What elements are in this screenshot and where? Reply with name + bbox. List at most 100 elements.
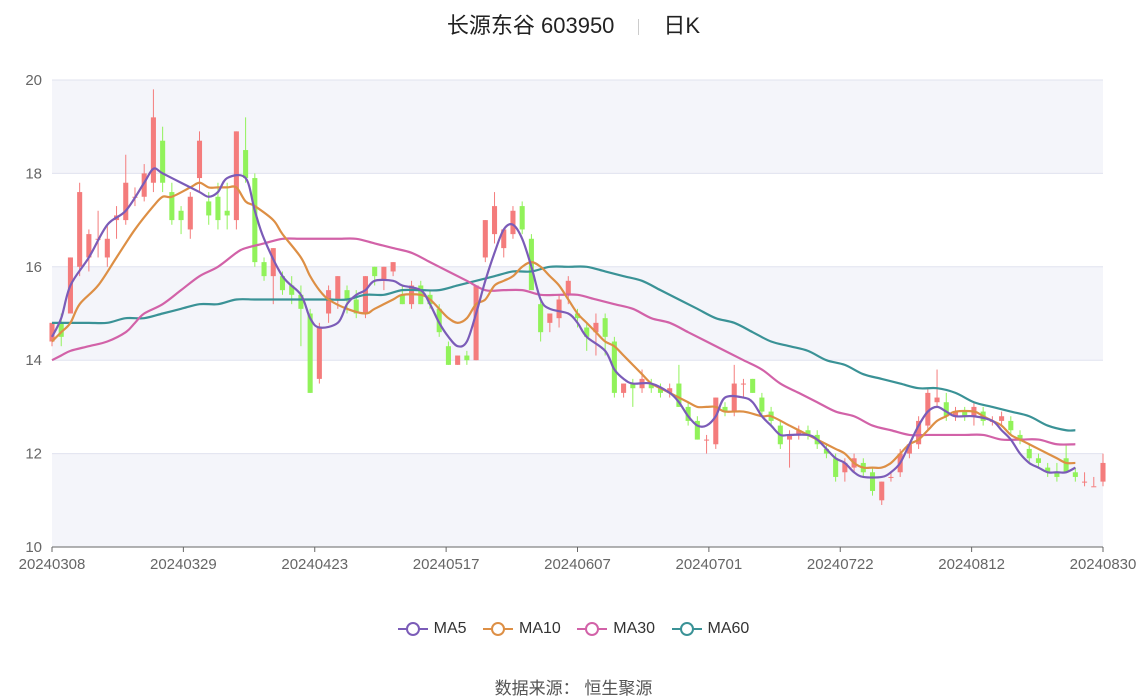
legend-label-ma60: MA60 [707, 620, 750, 637]
candle-body [372, 266, 378, 277]
candle-body [196, 140, 203, 179]
candle-body [1008, 420, 1014, 431]
candle [962, 406, 968, 421]
x-tick-label: 20240701 [676, 556, 743, 573]
candle-body [243, 150, 249, 179]
candle-body [888, 476, 894, 478]
candle-body [1035, 458, 1042, 463]
y-tick-label: 20 [25, 72, 42, 89]
legend-label-ma5: MA5 [433, 620, 467, 637]
candle [187, 192, 193, 239]
grid-band [52, 80, 1103, 174]
ma5-legend-icon [397, 622, 428, 636]
candle-body [556, 299, 562, 319]
legend-item-ma10[interactable]: MA10 [483, 620, 561, 638]
legend: MA5 MA10 MA30 MA60 [0, 620, 1147, 641]
candle [694, 416, 700, 440]
candle [750, 378, 756, 393]
candle-body [307, 313, 313, 393]
y-tick-label: 12 [25, 446, 42, 463]
candle [731, 364, 737, 417]
candle [77, 182, 83, 277]
candle-body [224, 210, 230, 216]
legend-label-ma30: MA30 [613, 620, 656, 637]
candlestick-chart: 10 12 14 16 18 20 20240308 20240329 20240423 2024… [19, 72, 1137, 573]
candle-body [335, 276, 341, 300]
candle-body [390, 262, 396, 272]
candle-body [160, 140, 166, 183]
legend-item-ma30[interactable]: MA30 [577, 620, 655, 638]
candle-body [1082, 481, 1088, 483]
x-tick-label: 20240329 [150, 556, 217, 573]
candle [713, 397, 719, 449]
legend-label-ma10: MA10 [519, 620, 561, 637]
candle [233, 131, 239, 230]
x-tick-label: 20240812 [938, 556, 1005, 573]
candle [805, 425, 811, 440]
ma10-legend-icon [483, 622, 514, 636]
candle-body [464, 355, 470, 361]
candle-body [455, 355, 461, 365]
candle-body [1100, 462, 1106, 482]
candle-body [123, 182, 129, 221]
y-tick-label: 14 [25, 352, 42, 369]
candle [952, 406, 959, 421]
candle-body [547, 313, 553, 323]
candle-body [704, 439, 710, 441]
candle [704, 434, 710, 454]
candle-body [316, 327, 322, 379]
candle-body [999, 416, 1005, 421]
candle-body [713, 397, 719, 445]
candle [519, 201, 525, 235]
candle-body [740, 383, 746, 385]
candle [104, 224, 110, 267]
candle-body [602, 318, 608, 337]
candle [621, 383, 627, 398]
candle [455, 355, 461, 365]
y-tick-label: 16 [25, 259, 42, 276]
candle [740, 378, 746, 398]
candle-body [759, 397, 765, 412]
candle-body [77, 192, 83, 267]
candle [796, 425, 802, 440]
legend-item-ma5[interactable]: MA5 [397, 620, 467, 638]
candle-body [750, 378, 756, 393]
ma60-legend-icon [671, 622, 702, 636]
candle-body [869, 472, 876, 491]
x-tick-label: 20240722 [807, 556, 874, 573]
candle-body [934, 397, 940, 403]
candle [971, 402, 977, 426]
legend-item-ma60[interactable]: MA60 [671, 620, 750, 638]
data-source: 数据来源： 恒生聚源 [494, 679, 653, 698]
x-tick-label: 20240308 [19, 556, 86, 573]
candle [113, 206, 120, 239]
candle-body [510, 210, 516, 235]
candle [491, 192, 498, 244]
candle-body [215, 196, 221, 221]
candle-body [261, 262, 267, 277]
candle [178, 206, 184, 235]
y-tick-label: 18 [25, 165, 42, 182]
candle-body [445, 346, 451, 365]
candle-body [482, 220, 488, 258]
candle-body [1063, 458, 1069, 473]
candle-body [833, 458, 839, 477]
candle [224, 182, 230, 230]
candle [510, 206, 516, 239]
candle-body [178, 210, 184, 221]
x-tick-label: 20240517 [413, 556, 480, 573]
x-tick-label: 20240423 [281, 556, 348, 573]
candle-body [621, 383, 627, 393]
candle-body [879, 481, 885, 501]
candle-body [206, 201, 212, 216]
ma30-legend-icon [577, 622, 608, 636]
candle [169, 182, 175, 225]
candle-body [519, 206, 525, 230]
candle-body [1026, 448, 1032, 459]
candle [1063, 444, 1069, 473]
candle [482, 220, 488, 263]
grid-band [52, 453, 1103, 547]
candle-body [1091, 486, 1097, 488]
x-tick-label: 20240607 [544, 556, 611, 573]
candle [316, 322, 322, 384]
